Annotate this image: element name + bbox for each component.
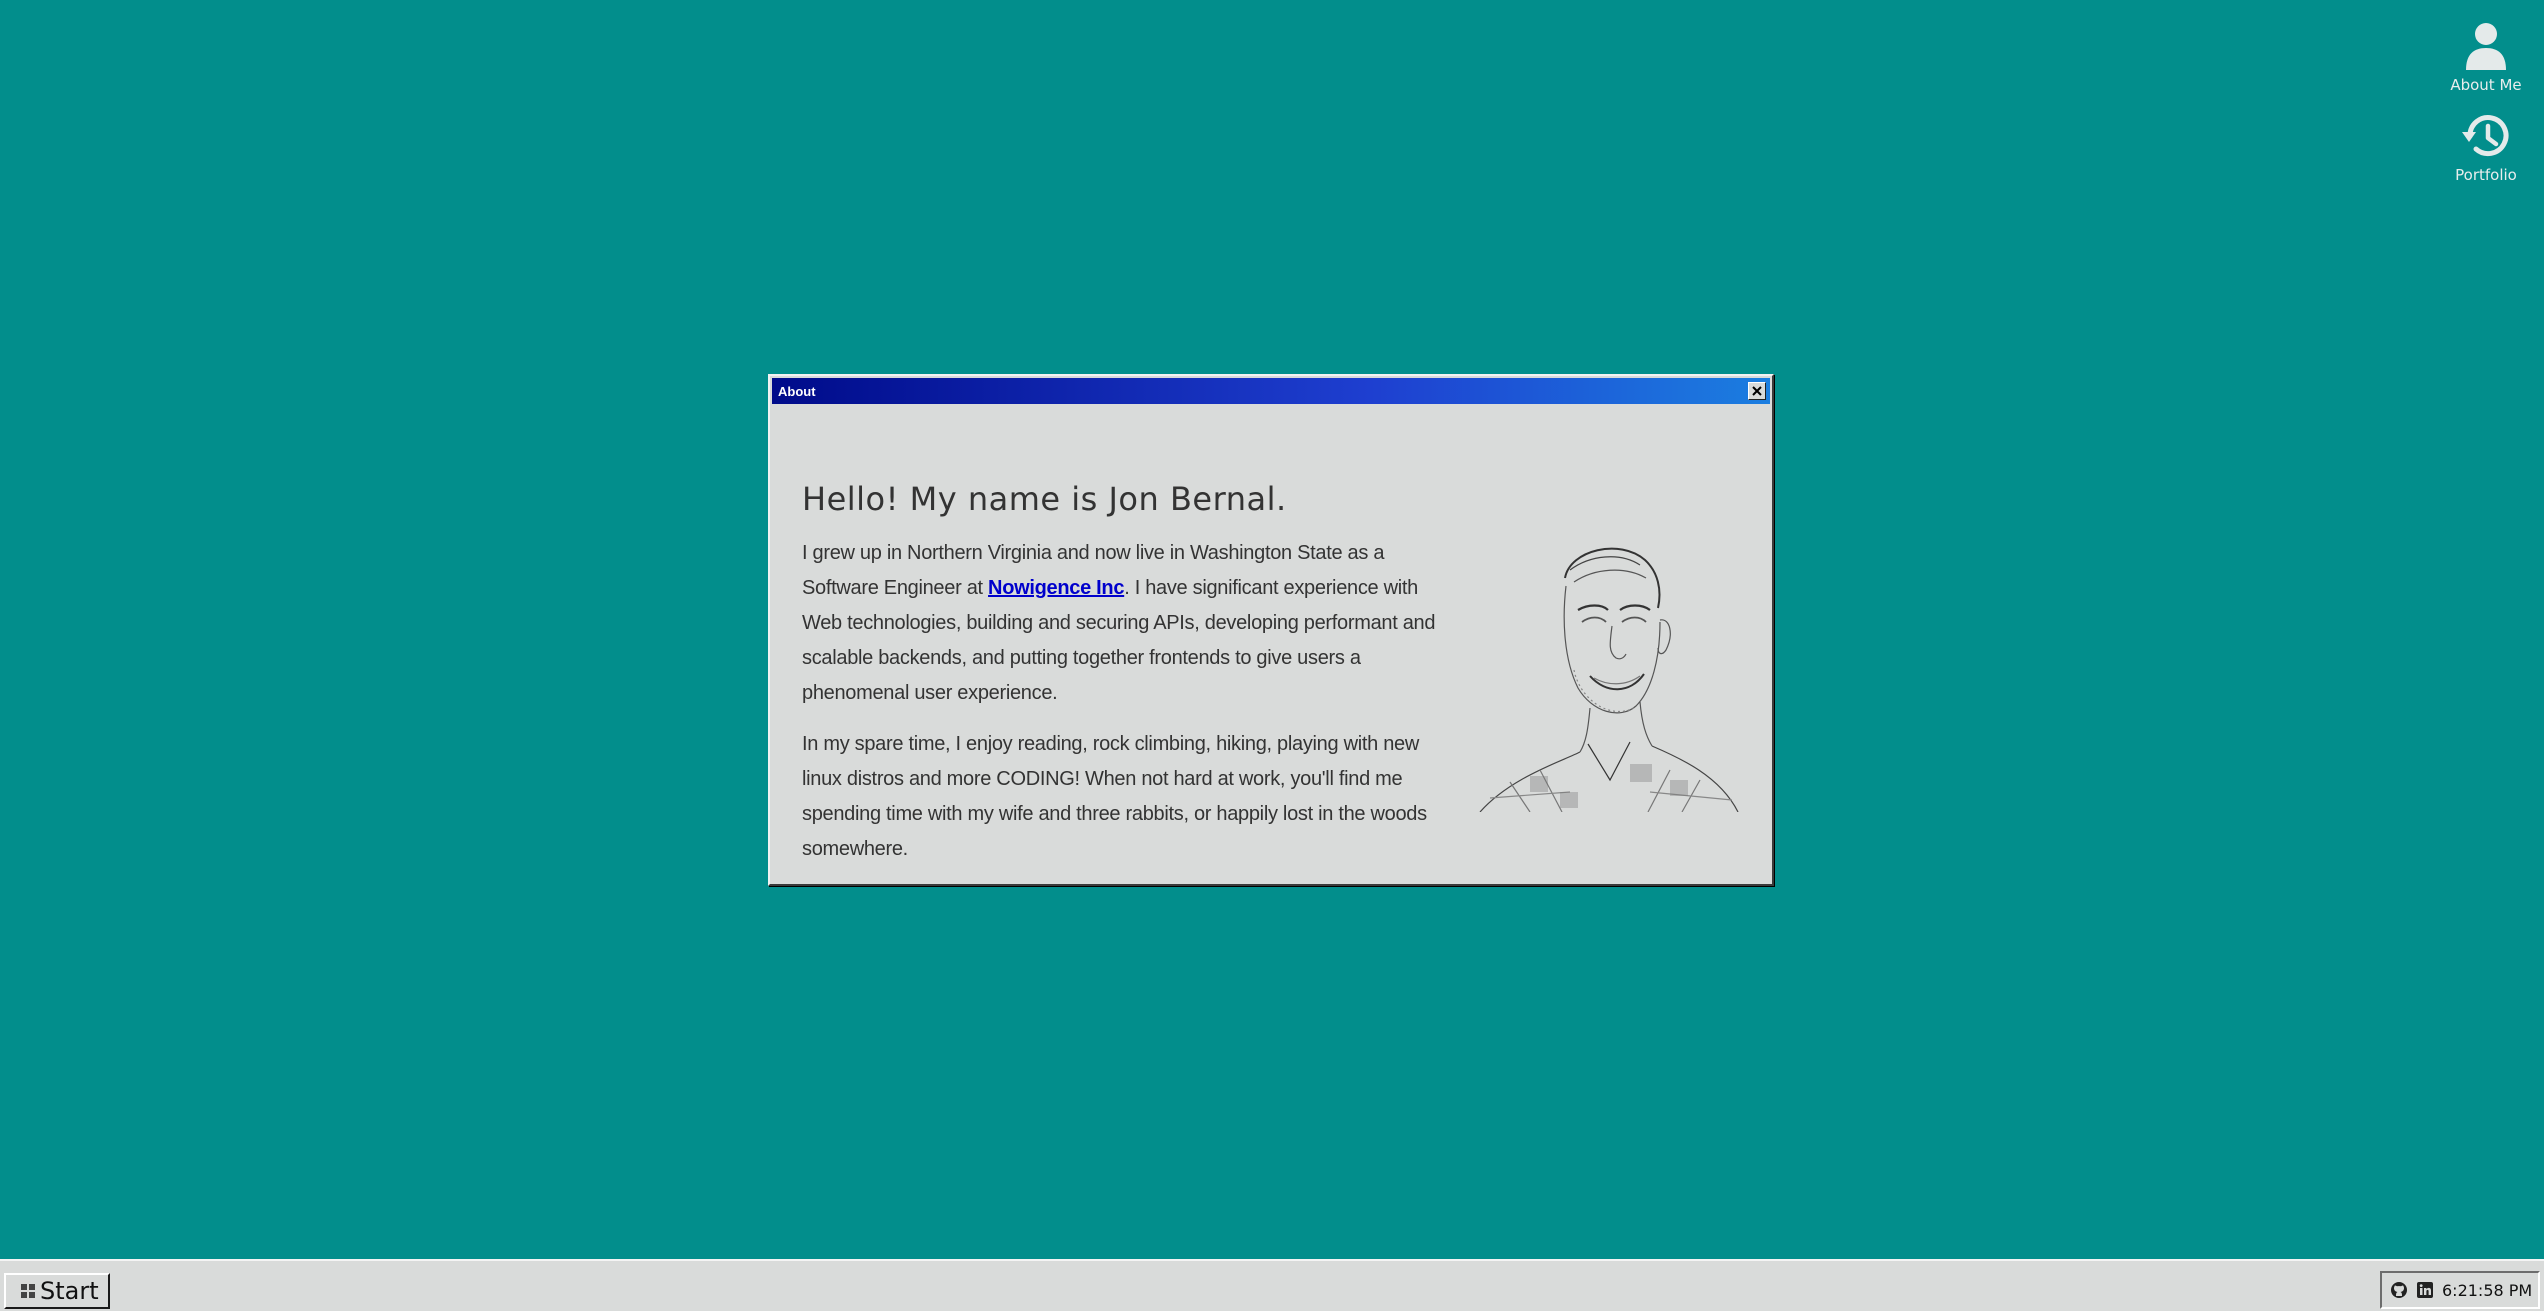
github-icon[interactable] (2390, 1281, 2408, 1299)
window-titlebar[interactable]: About (772, 378, 1770, 404)
linkedin-icon[interactable] (2416, 1281, 2434, 1299)
intro-paragraph: I grew up in Northern Virginia and now l… (802, 536, 1462, 711)
desktop-icon-about-me[interactable]: About Me (2436, 18, 2536, 94)
desktop-icon-label: About Me (2450, 76, 2522, 94)
portrait-image (1479, 547, 1739, 812)
close-button[interactable] (1748, 382, 1766, 400)
start-button[interactable]: Start (4, 1273, 110, 1309)
desktop-icon-label: Portfolio (2455, 166, 2517, 184)
start-label: Start (40, 1277, 99, 1305)
hobbies-paragraph: In my spare time, I enjoy reading, rock … (802, 733, 1427, 860)
clock: 6:21:58 PM (2442, 1280, 2533, 1300)
windows-logo-icon (21, 1284, 35, 1298)
window-content: Hello! My name is Jon Bernal. I grew up … (802, 480, 1740, 864)
desktop-icon-portfolio[interactable]: Portfolio (2436, 108, 2536, 184)
system-tray: 6:21:58 PM (2380, 1271, 2540, 1309)
company-link[interactable]: Nowigence Inc (988, 577, 1124, 599)
taskbar: Start 6:21:58 PM (0, 1259, 2544, 1311)
user-icon (2466, 23, 2506, 70)
window-title: About (778, 383, 816, 399)
history-icon (2462, 115, 2509, 157)
page-title: Hello! My name is Jon Bernal. (802, 480, 1287, 518)
about-window: About Hello! My name is Jon Bernal. I gr… (768, 374, 1774, 886)
close-icon (1752, 386, 1762, 396)
